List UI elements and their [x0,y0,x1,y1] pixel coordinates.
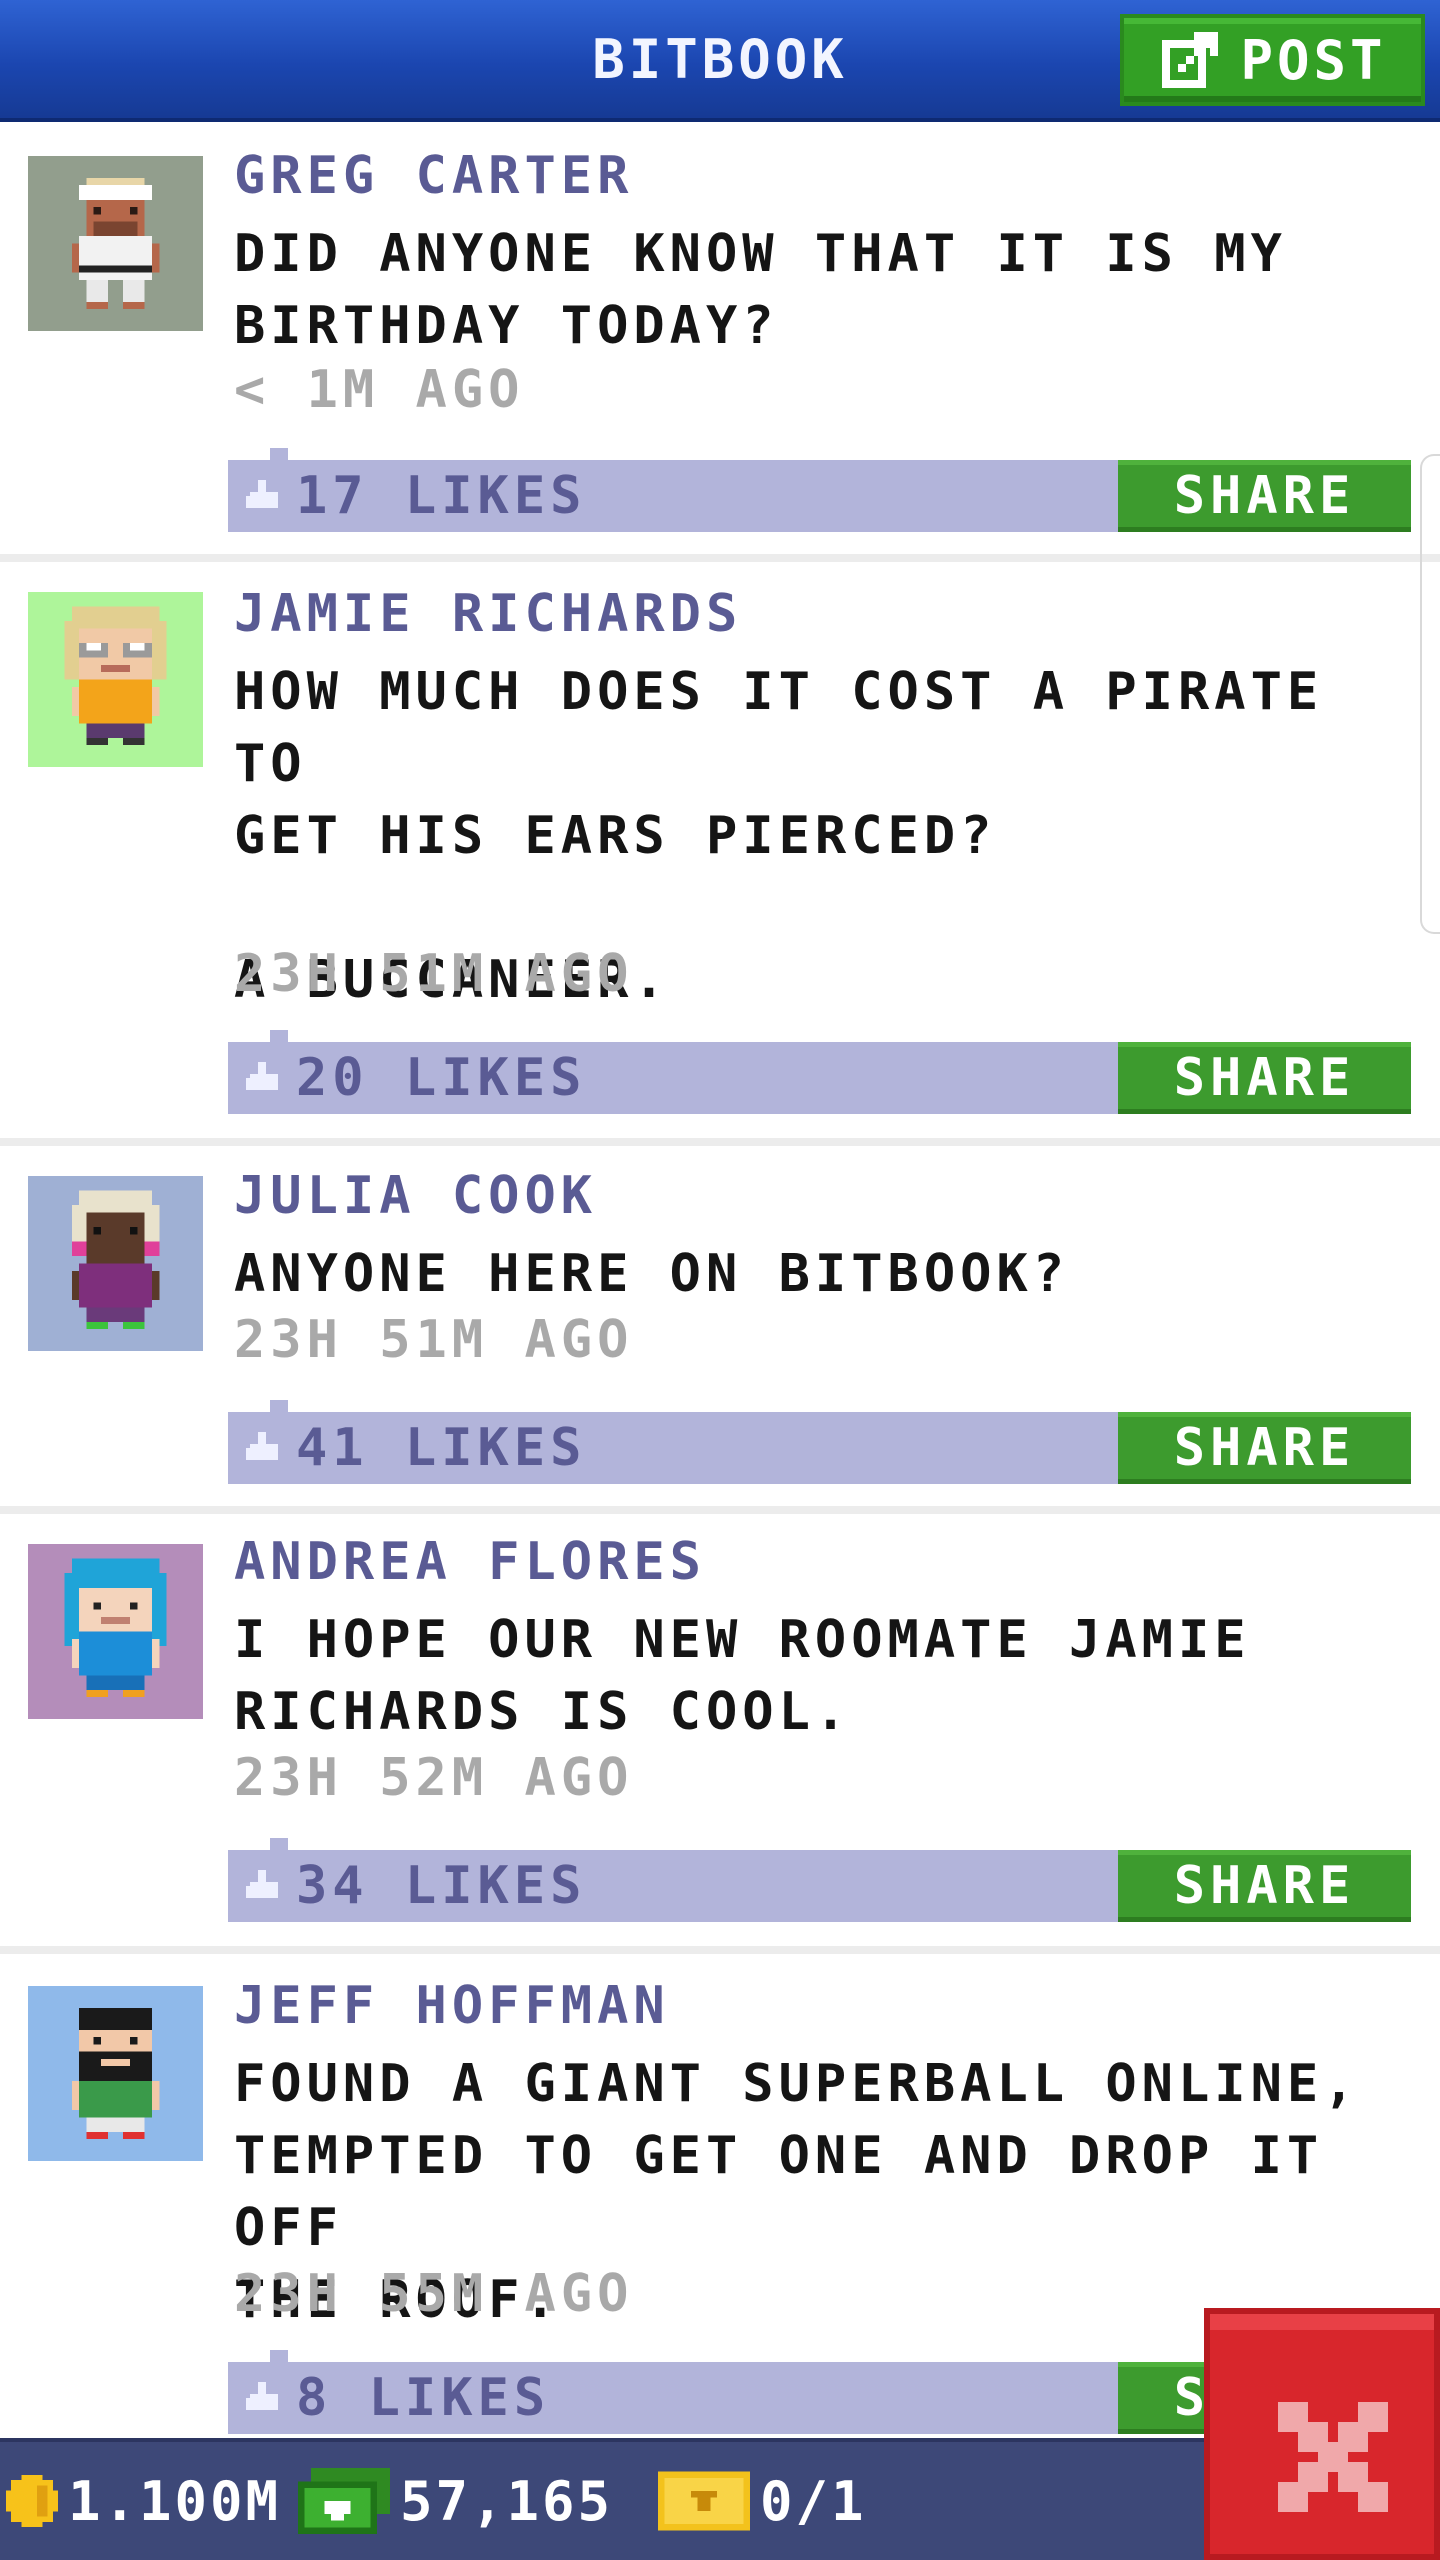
likes-count: 17 LIKES [296,466,587,526]
post-author[interactable]: JAMIE RICHARDS [234,584,742,644]
like-button[interactable]: 8 LIKES [242,2362,550,2434]
likes-count: 8 LIKES [296,2368,551,2428]
post-author[interactable]: JULIA COOK [234,1166,597,1226]
like-tab [270,1030,288,1042]
ticket-icon [658,2471,750,2531]
share-button[interactable]: SHARE [1118,1850,1411,1922]
coins-value: 1.100M [68,2469,282,2533]
likes-bar: 20 LIKES SHARE [228,1030,1411,1114]
avatar[interactable] [28,1986,203,2161]
feed-post: JULIA COOK ANYONE HERE ON BITBOOK? 23H 5… [0,1146,1440,1514]
post-time: 23H 55M AGO [234,2264,634,2324]
post-time: 23H 52M AGO [234,1748,634,1808]
post-text: ANYONE HERE ON BITBOOK? [234,1244,1070,1304]
like-tab [270,1838,288,1850]
like-button[interactable]: 17 LIKES [242,460,586,532]
feed-post: GREG CARTER DID ANYONE KNOW THAT IT IS M… [0,126,1440,562]
share-button[interactable]: SHARE [1118,1042,1411,1114]
likes-bar: 34 LIKES SHARE [228,1838,1411,1922]
feed-post: JAMIE RICHARDS HOW MUCH DOES IT COST A P… [0,562,1440,1146]
avatar[interactable] [28,592,203,767]
likes-bar: 41 LIKES SHARE [228,1400,1411,1484]
avatar-image [28,1544,203,1719]
post-time: 23H 51M AGO [234,1310,634,1370]
post-author[interactable]: GREG CARTER [234,146,633,206]
like-tab [270,448,288,460]
likes-count: 41 LIKES [296,1418,587,1478]
avatar-image [28,156,203,331]
post-time: < 1M AGO [234,360,525,420]
tickets-stat: 0/1 [658,2442,867,2560]
like-button[interactable]: 41 LIKES [242,1412,586,1484]
post-button[interactable]: POST [1120,14,1425,106]
likes-count: 34 LIKES [296,1856,587,1916]
avatar-image [28,592,203,767]
likes-bar: 17 LIKES SHARE [228,448,1411,532]
thumbs-up-icon [246,1432,278,1460]
bux-value: 57,165 [400,2469,614,2533]
likes-count: 20 LIKES [296,1048,587,1108]
avatar[interactable] [28,1176,203,1351]
post-text: DID ANYONE KNOW THAT IT IS MY BIRTHDAY T… [234,224,1287,356]
thumbs-up-icon [246,1062,278,1090]
like-tab [270,2350,288,2362]
thumbs-up-icon [246,2382,278,2410]
thumbs-up-icon [246,1870,278,1898]
coin-icon [6,2475,58,2527]
avatar[interactable] [28,1544,203,1719]
post-author[interactable]: JEFF HOFFMAN [234,1976,670,2036]
avatar-image [28,1176,203,1351]
thumbs-up-icon [246,480,278,508]
coins-stat: 1.100M [6,2442,281,2560]
tickets-value: 0/1 [760,2469,867,2533]
feed-post: ANDREA FLORES I HOPE OUR NEW ROOMATE JAM… [0,1514,1440,1954]
close-button[interactable] [1204,2308,1440,2560]
app-header: BITBOOK POST [0,0,1440,122]
avatar[interactable] [28,156,203,331]
close-icon [1278,2402,1388,2512]
bux-stat: 57,165 [298,2442,613,2560]
like-button[interactable]: 34 LIKES [242,1850,586,1922]
post-author[interactable]: ANDREA FLORES [234,1532,706,1592]
post-text: I HOPE OUR NEW ROOMATE JAMIE RICHARDS IS… [234,1610,1251,1742]
like-button[interactable]: 20 LIKES [242,1042,586,1114]
share-button[interactable]: SHARE [1118,460,1411,532]
edit-icon [1162,32,1219,88]
post-button-label: POST [1240,28,1387,92]
share-button[interactable]: SHARE [1118,1412,1411,1484]
bux-icon [298,2468,390,2534]
scrollbar[interactable] [1420,454,1440,934]
avatar-image [28,1986,203,2161]
post-time: 23H 51M AGO [234,944,634,1004]
like-tab [270,1400,288,1412]
